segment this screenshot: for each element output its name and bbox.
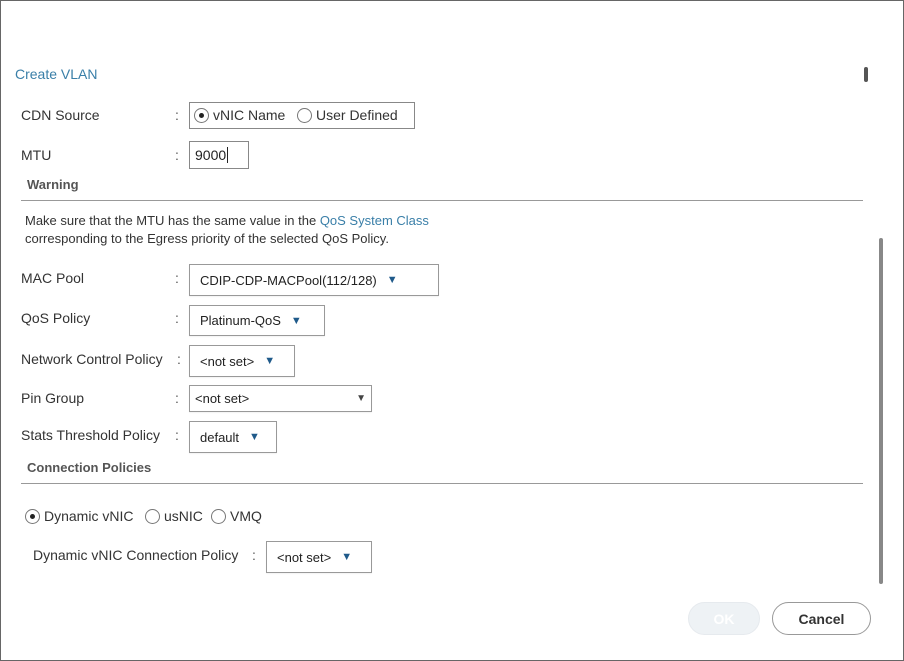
qos-system-class-link[interactable]: QoS System Class <box>320 213 429 228</box>
pin-group-select[interactable]: <not set> ▼ <box>189 385 372 412</box>
create-vlan-dialog: Create VLAN CDN Source : vNIC Name User … <box>0 0 904 661</box>
dropdown-arrow-icon: ▼ <box>290 314 302 327</box>
radio-unselected-icon[interactable] <box>297 107 312 123</box>
stats-threshold-policy-select[interactable]: default ▼ <box>189 421 277 453</box>
qos-policy-label: QoS Policy <box>21 310 91 326</box>
warning-text: Make sure that the MTU has the same valu… <box>25 212 429 248</box>
cdn-source-option-label: User Defined <box>316 107 398 123</box>
mtu-input[interactable]: 9000 <box>189 141 249 169</box>
network-control-policy-colon: : <box>177 351 181 367</box>
mac-pool-colon: : <box>175 270 179 286</box>
dynamic-vnic-connection-policy-value: <not set> <box>277 549 332 565</box>
radio-selected-icon[interactable] <box>25 508 40 524</box>
connection-option-label: VMQ <box>230 508 262 524</box>
connection-policies-divider <box>21 483 863 484</box>
stats-threshold-policy-colon: : <box>175 427 179 443</box>
network-control-policy-select[interactable]: <not set> ▼ <box>189 345 295 377</box>
qos-policy-colon: : <box>175 310 179 326</box>
connection-option-label: usNIC <box>164 508 203 524</box>
dynamic-vnic-connection-policy-colon: : <box>252 547 256 563</box>
dialog-title: Create VLAN <box>15 66 98 82</box>
dynamic-vnic-connection-policy-label: Dynamic vNIC Connection Policy <box>33 547 239 563</box>
connection-option-label: Dynamic vNIC <box>44 508 134 524</box>
mtu-colon: : <box>175 147 179 163</box>
cancel-button[interactable]: Cancel <box>772 602 871 635</box>
mtu-value: 9000 <box>195 147 227 163</box>
warning-divider <box>21 200 863 201</box>
pin-group-label: Pin Group <box>21 390 85 406</box>
cdn-source-option-vnic-name[interactable]: vNIC Name <box>194 107 285 123</box>
cdn-source-colon: : <box>175 107 179 123</box>
qos-policy-value: Platinum-QoS <box>200 313 281 328</box>
cdn-source-option-label: vNIC Name <box>213 107 286 123</box>
dropdown-arrow-icon: ▼ <box>341 551 353 563</box>
stats-threshold-policy-value: default <box>200 429 240 445</box>
connection-option-vmq[interactable]: VMQ <box>211 508 262 524</box>
mtu-label: MTU <box>21 147 52 163</box>
dropdown-arrow-icon: ▼ <box>386 274 398 286</box>
connection-policies-heading: Connection Policies <box>27 460 152 475</box>
dynamic-vnic-connection-policy-select[interactable]: <not set> ▼ <box>266 541 372 573</box>
warning-heading: Warning <box>27 177 79 192</box>
scrollbar-top-thumb[interactable] <box>864 67 868 82</box>
radio-unselected-icon[interactable] <box>145 508 160 524</box>
radio-selected-icon[interactable] <box>194 107 209 123</box>
mac-pool-select[interactable]: CDIP-CDP-MACPool(112/128) ▼ <box>189 264 439 296</box>
warning-text-after: corresponding to the Egress priority of … <box>25 231 389 246</box>
cdn-source-radio-group: vNIC Name User Defined <box>189 102 415 129</box>
cdn-source-label: CDN Source <box>21 107 100 123</box>
text-cursor <box>227 147 229 163</box>
radio-unselected-icon[interactable] <box>211 508 226 524</box>
scrollbar-thumb[interactable] <box>879 238 883 584</box>
dropdown-arrow-icon: ▼ <box>356 393 366 404</box>
warning-text-before: Make sure that the MTU has the same valu… <box>25 213 320 228</box>
cdn-source-option-user-defined[interactable]: User Defined <box>297 107 398 123</box>
connection-option-dynamic-vnic[interactable]: Dynamic vNIC <box>25 508 133 524</box>
mac-pool-value: CDIP-CDP-MACPool(112/128) <box>200 272 377 288</box>
network-control-policy-value: <not set> <box>200 353 255 369</box>
stats-threshold-policy-label: Stats Threshold Policy <box>21 427 161 443</box>
ok-button[interactable]: OK <box>688 602 760 635</box>
dropdown-arrow-icon: ▼ <box>249 431 260 443</box>
dropdown-arrow-icon: ▼ <box>264 355 276 367</box>
connection-option-usnic[interactable]: usNIC <box>145 508 203 524</box>
pin-group-value: <not set> <box>195 391 250 406</box>
qos-policy-select[interactable]: Platinum-QoS ▼ <box>189 305 325 336</box>
mac-pool-label: MAC Pool <box>21 270 85 286</box>
network-control-policy-label: Network Control Policy <box>21 351 163 367</box>
pin-group-colon: : <box>175 390 179 406</box>
